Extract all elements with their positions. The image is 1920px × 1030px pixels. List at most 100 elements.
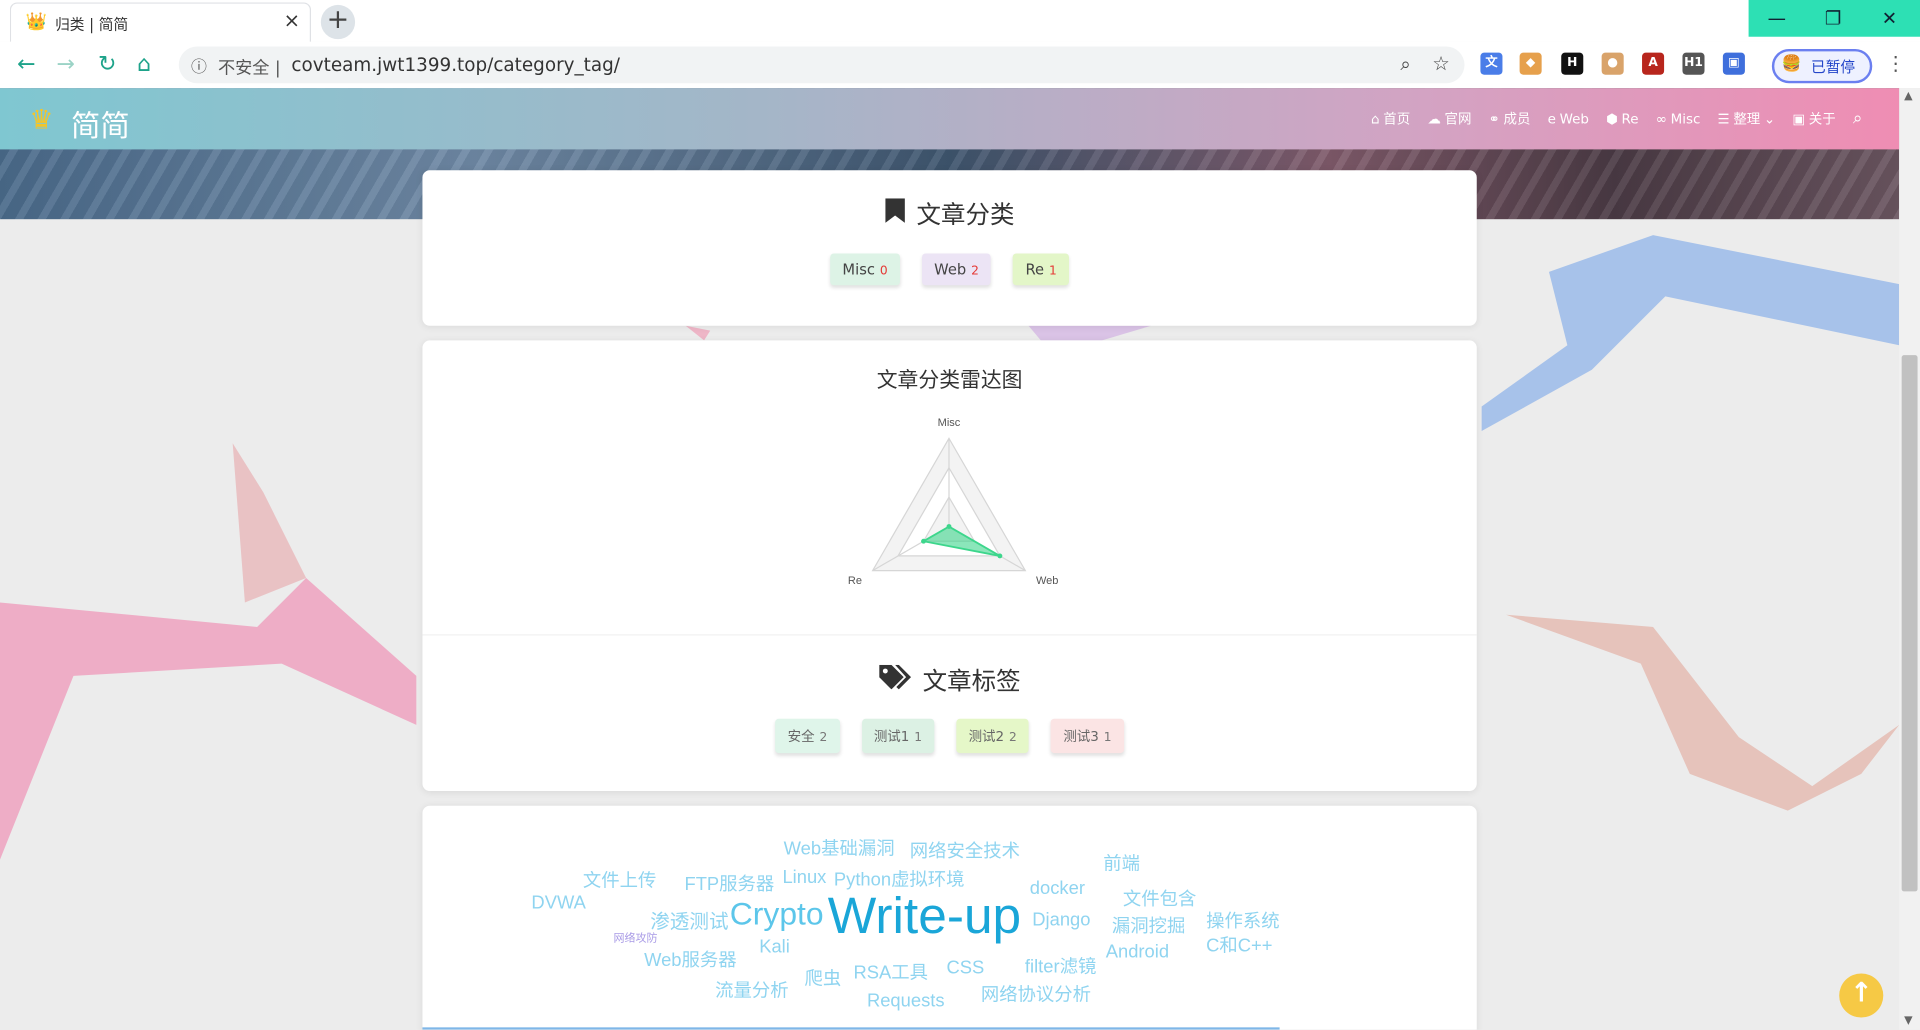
- browser-menu-icon[interactable]: ⋮: [1886, 51, 1906, 74]
- chevron-down-icon: ⌄: [1763, 110, 1776, 127]
- tag-cloud-word[interactable]: Web基础漏洞: [784, 835, 895, 861]
- back-icon[interactable]: ←: [17, 51, 35, 77]
- tag-chip-test1[interactable]: 测试1 1: [861, 718, 935, 754]
- divider: [422, 634, 1477, 636]
- tag-cloud-word[interactable]: FTP服务器: [684, 871, 774, 897]
- address-bar[interactable]: ⓘ 不安全 | covteam.jwt1399.top/category_tag…: [178, 46, 1465, 84]
- menu-misc[interactable]: ∞ Misc: [1656, 109, 1701, 129]
- category-title: 文章分类: [422, 195, 1476, 231]
- tag-chip-anquan[interactable]: 安全 2: [775, 718, 840, 754]
- tag-cloud-word[interactable]: DVWA: [531, 893, 585, 914]
- tag-cloud-word[interactable]: Django: [1032, 910, 1090, 931]
- back-to-top-button[interactable]: ↑: [1839, 973, 1884, 1018]
- paused-label: 已暂停: [1811, 58, 1856, 76]
- browser-tab[interactable]: 👑 归类 | 简简 ×: [9, 2, 312, 43]
- avatar-icon: 🍔: [1781, 55, 1802, 74]
- tag-title: 文章标签: [422, 661, 1476, 697]
- menu-site[interactable]: ☁ 官网: [1427, 109, 1471, 129]
- menu-home[interactable]: ⌂ 首页: [1371, 109, 1410, 129]
- misc-icon: ∞: [1655, 110, 1667, 127]
- browser-toolbar: ← → ↻ ⌂ ⓘ 不安全 | covteam.jwt1399.top/cate…: [0, 41, 1920, 90]
- menu-organize[interactable]: ☰ 整理 ⌄: [1718, 109, 1776, 129]
- browser-window: 👑 归类 | 简简 × + — ❐ ✕ ← → ↻ ⌂ ⓘ 不安全 | covt…: [0, 0, 1920, 1030]
- tag-cloud-word[interactable]: Android: [1106, 942, 1169, 963]
- tag-cloud-word[interactable]: Linux: [782, 867, 826, 888]
- home-icon[interactable]: ⌂: [137, 51, 151, 77]
- profile-paused-button[interactable]: 🍔 已暂停: [1771, 48, 1873, 84]
- h1-extension-icon[interactable]: H1: [1682, 52, 1705, 75]
- web-icon: e: [1547, 110, 1556, 127]
- tag-cloud-word[interactable]: 渗透测试: [650, 905, 728, 934]
- category-chip-misc[interactable]: Misc 0: [830, 253, 900, 286]
- radar-axis-label: Re: [848, 575, 862, 587]
- crown-favicon-icon: 👑: [25, 12, 48, 32]
- url-text[interactable]: covteam.jwt1399.top/category_tag/: [291, 54, 620, 76]
- tag-cloud-word[interactable]: filter滤镜: [1025, 953, 1096, 979]
- tag-cloud-word[interactable]: 前端: [1103, 850, 1140, 876]
- site-menu: ⌂ 首页 ☁ 官网 ⚭ 成员 e Web ⬢ Re ∞ Misc ☰ 整理 ⌄ ▣ 关于 ⌕: [1354, 109, 1863, 129]
- menu-web[interactable]: e Web: [1548, 109, 1589, 129]
- forward-icon[interactable]: →: [56, 51, 74, 77]
- scroll-up-icon[interactable]: ▲: [1904, 91, 1912, 103]
- tag-cloud-word[interactable]: 网络安全技术: [910, 838, 1020, 864]
- tag-cloud-word[interactable]: CSS: [947, 958, 985, 979]
- list-icon: ☰: [1717, 110, 1730, 127]
- page-scrollbar[interactable]: ▲ ▼: [1899, 88, 1920, 1030]
- category-chip-web[interactable]: Web 2: [921, 253, 992, 286]
- minimize-button[interactable]: —: [1749, 0, 1805, 37]
- info-icon[interactable]: ⓘ: [191, 54, 207, 77]
- tag-cloud-word[interactable]: 流量分析: [715, 977, 788, 1003]
- re-icon: ⬢: [1606, 110, 1618, 127]
- zoom-icon[interactable]: ⌕: [1400, 53, 1410, 75]
- maximize-button[interactable]: ❐: [1805, 0, 1861, 37]
- tag-cloud-word[interactable]: 网络协议分析: [981, 981, 1091, 1007]
- tags-icon: [878, 664, 911, 696]
- tag-cloud-word[interactable]: Web服务器: [644, 947, 737, 973]
- radar-chart: Misc Web Re: [848, 417, 1058, 587]
- menu-members[interactable]: ⚭ 成员: [1489, 109, 1531, 129]
- scroll-thumb[interactable]: [1901, 355, 1918, 892]
- crown-logo-icon[interactable]: ♛: [29, 105, 53, 136]
- tag-cloud-word[interactable]: 操作系统: [1206, 907, 1279, 933]
- tag-cloud-word[interactable]: Requests: [867, 991, 945, 1012]
- tag-chip-test2[interactable]: 测试2 2: [956, 718, 1030, 754]
- bookmark-star-icon[interactable]: ☆: [1432, 51, 1450, 74]
- menu-re[interactable]: ⬢ Re: [1606, 109, 1638, 129]
- h-extension-icon[interactable]: H: [1561, 52, 1584, 75]
- translate-extension-icon[interactable]: 文: [1480, 52, 1503, 75]
- progress-bar: [422, 1027, 1280, 1030]
- tag-cloud-word[interactable]: 文件上传: [583, 867, 656, 893]
- tag-cloud-word[interactable]: Write-up: [828, 887, 1021, 946]
- radar-tag-card: 文章分类雷达图 Misc Web Re 文章标签 安全 2 测试1 1 测试2 2 测试3…: [422, 340, 1477, 792]
- reader-extension-icon[interactable]: ▣: [1722, 52, 1745, 75]
- tab-title: 归类 | 简简: [55, 15, 129, 34]
- category-chip-re[interactable]: Re 1: [1013, 253, 1070, 286]
- extension-icon[interactable]: ◆: [1519, 52, 1542, 75]
- tag-cloud-word[interactable]: 网络攻防: [613, 929, 657, 945]
- close-window-button[interactable]: ✕: [1861, 0, 1917, 37]
- radar-title: 文章分类雷达图: [876, 368, 1023, 394]
- reload-icon[interactable]: ↻: [98, 51, 116, 77]
- tag-cloud-word[interactable]: Kali: [759, 937, 790, 958]
- site-logo[interactable]: 简简: [71, 102, 130, 145]
- radar-data-point: [921, 538, 926, 544]
- insecure-label: 不安全 |: [217, 58, 281, 79]
- tag-cloud-word[interactable]: RSA工具: [853, 959, 928, 985]
- web-page: ♛ 简简 ⌂ 首页 ☁ 官网 ⚭ 成员 e Web ⬢ Re ∞ Misc ☰ 整理 ⌄ ▣ 关于…: [0, 88, 1900, 1030]
- tag-cloud-word[interactable]: 爬虫: [804, 965, 841, 991]
- tag-cloud-word[interactable]: 文件包含: [1123, 885, 1196, 911]
- tab-close-icon[interactable]: ×: [284, 9, 300, 32]
- radar-data-point: [946, 524, 952, 529]
- tab-strip: 👑 归类 | 简简 × + — ❐ ✕: [0, 0, 1920, 43]
- tag-chip-test3[interactable]: 测试3 1: [1051, 718, 1124, 754]
- search-icon[interactable]: ⌕: [1853, 109, 1863, 129]
- scroll-down-icon[interactable]: ▼: [1904, 1015, 1912, 1027]
- new-tab-button[interactable]: +: [320, 4, 356, 40]
- tag-cloud-word[interactable]: 漏洞挖掘: [1112, 912, 1185, 938]
- tag-cloud-word[interactable]: C和C++: [1206, 932, 1272, 958]
- tag-cloud-word[interactable]: docker: [1030, 878, 1085, 899]
- tag-cloud-word[interactable]: Crypto: [730, 895, 824, 933]
- menu-about[interactable]: ▣ 关于: [1792, 109, 1835, 129]
- pdf-extension-icon[interactable]: A: [1642, 52, 1665, 75]
- cookie-extension-icon[interactable]: ●: [1601, 52, 1624, 75]
